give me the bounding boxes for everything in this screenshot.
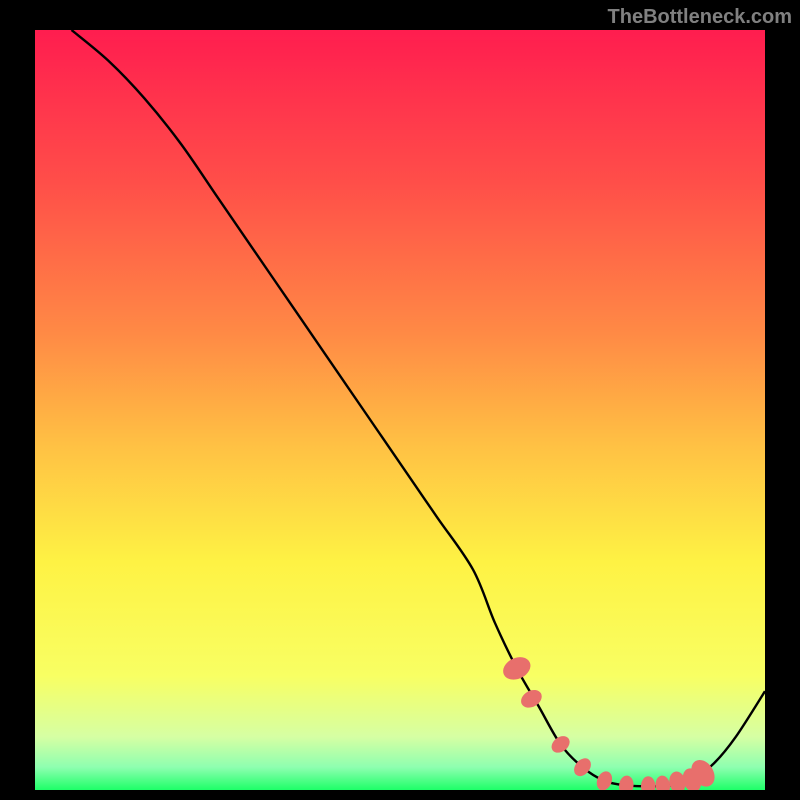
plot-area <box>35 30 765 790</box>
attribution-text: TheBottleneck.com <box>608 6 792 29</box>
chart-svg <box>35 30 765 790</box>
viewport: TheBottleneck.com <box>0 0 800 800</box>
gradient-background <box>35 30 765 790</box>
